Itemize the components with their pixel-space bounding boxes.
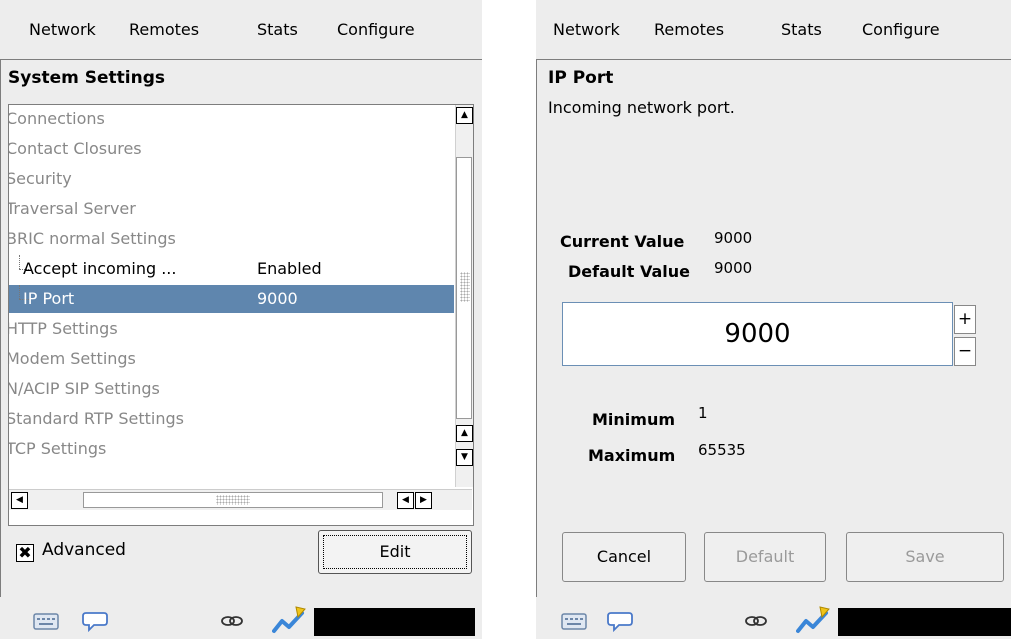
- chat-bubble-icon[interactable]: [81, 609, 109, 633]
- menu-network[interactable]: Network: [553, 20, 620, 39]
- vertical-scrollbar[interactable]: ▲ ▲ ▼: [455, 105, 473, 487]
- signal-graph-icon[interactable]: [796, 605, 832, 635]
- edit-button-label: Edit: [379, 542, 411, 561]
- menu-remotes[interactable]: Remotes: [654, 20, 724, 39]
- divider: [536, 59, 537, 599]
- parameter-description: Incoming network port.: [548, 98, 735, 117]
- scroll-up-icon[interactable]: ▲: [456, 107, 473, 124]
- default-button[interactable]: Default: [704, 532, 826, 582]
- signal-graph-icon[interactable]: [272, 605, 308, 635]
- tree-item-label: BRIC normal Settings: [9, 229, 176, 248]
- menu-bar: Network Remotes Stats Configure: [0, 0, 482, 59]
- tree-item-security[interactable]: Security: [9, 165, 454, 193]
- tree-item-nacip-sip-settings[interactable]: N/ACIP SIP Settings: [9, 375, 454, 403]
- keyboard-icon[interactable]: [32, 609, 60, 633]
- tree-item-modem-settings[interactable]: Modem Settings: [9, 345, 454, 373]
- increment-button[interactable]: +: [954, 305, 976, 334]
- advanced-label: Advanced: [42, 540, 126, 560]
- scroll-thumb[interactable]: [83, 492, 383, 508]
- scroll-right-icon[interactable]: ▶: [415, 492, 432, 509]
- maximum-value: 65535: [698, 441, 746, 459]
- tree-item-accept-incoming[interactable]: Accept incoming ... Enabled: [9, 255, 454, 283]
- keyboard-icon[interactable]: [560, 609, 588, 633]
- status-display: [314, 608, 475, 636]
- cancel-button[interactable]: Cancel: [562, 532, 686, 582]
- divider: [536, 59, 1011, 60]
- maximum-label: Maximum: [588, 446, 676, 465]
- default-value-label: Default Value: [568, 262, 691, 281]
- menu-remotes[interactable]: Remotes: [129, 20, 199, 39]
- decrement-button[interactable]: −: [954, 337, 976, 366]
- advanced-checkbox[interactable]: ✖: [16, 544, 34, 562]
- grip-icon: [216, 495, 250, 505]
- scroll-thumb[interactable]: [456, 157, 472, 419]
- scroll-left-icon[interactable]: ◀: [11, 492, 28, 509]
- tree-item-label: Modem Settings: [9, 349, 136, 368]
- tree-item-label: Security: [9, 169, 72, 188]
- minimum-value: 1: [698, 404, 708, 422]
- save-button-label: Save: [905, 547, 945, 566]
- scroll-down-icon[interactable]: ▼: [456, 449, 473, 466]
- tree-item-label: Traversal Server: [9, 199, 136, 218]
- tree-item-bric-normal-settings[interactable]: BRIC normal Settings: [9, 225, 454, 253]
- divider: [0, 59, 482, 60]
- menu-stats[interactable]: Stats: [257, 20, 298, 39]
- edit-button[interactable]: Edit: [318, 530, 472, 574]
- menu-configure[interactable]: Configure: [862, 20, 940, 39]
- tree-item-connections[interactable]: Connections: [9, 105, 454, 133]
- settings-tree[interactable]: Connections Contact Closures Security Tr…: [8, 104, 474, 526]
- tree-item-http-settings[interactable]: HTTP Settings: [9, 315, 454, 343]
- tree-item-label: TCP Settings: [9, 439, 107, 458]
- current-value-label: Current Value: [560, 232, 685, 251]
- default-value: 9000: [714, 259, 753, 277]
- parameter-title: IP Port: [548, 68, 614, 88]
- menu-network[interactable]: Network: [29, 20, 96, 39]
- left-panel: Network Remotes Stats Configure System S…: [0, 0, 482, 639]
- scroll-up-icon[interactable]: ▲: [456, 425, 473, 442]
- minimum-label: Minimum: [592, 410, 676, 429]
- tree-item-contact-closures[interactable]: Contact Closures: [9, 135, 454, 163]
- tree-item-traversal-server[interactable]: Traversal Server: [9, 195, 454, 223]
- link-icon[interactable]: [742, 609, 770, 633]
- save-button[interactable]: Save: [846, 532, 1004, 582]
- cancel-button-label: Cancel: [596, 547, 652, 566]
- tree-item-label: Connections: [9, 109, 105, 128]
- value-input[interactable]: 9000: [562, 302, 953, 366]
- tree-item-label: N/ACIP SIP Settings: [9, 379, 160, 398]
- tree-connector: [19, 285, 21, 299]
- chat-bubble-icon[interactable]: [606, 609, 634, 633]
- tree-item-label: Accept incoming ...: [23, 259, 177, 278]
- tree-item-value: Enabled: [257, 259, 322, 278]
- menu-configure[interactable]: Configure: [337, 20, 415, 39]
- divider: [0, 59, 1, 599]
- tree-item-label: Standard RTP Settings: [9, 409, 184, 428]
- status-bar: [0, 597, 482, 639]
- default-button-label: Default: [735, 547, 795, 566]
- tree-item-value: 9000: [257, 289, 298, 308]
- current-value: 9000: [714, 229, 753, 247]
- tree-connector: [19, 255, 21, 269]
- status-bar: [536, 597, 1011, 639]
- tree-item-standard-rtp-settings[interactable]: Standard RTP Settings: [9, 405, 454, 433]
- tree-item-label: Contact Closures: [9, 139, 142, 158]
- grip-icon: [460, 272, 470, 302]
- status-display: [838, 608, 1011, 636]
- horizontal-scrollbar[interactable]: ◀ ◀ ▶: [9, 489, 472, 510]
- tree-item-label: HTTP Settings: [9, 319, 118, 338]
- tree-item-tcp-settings[interactable]: TCP Settings: [9, 435, 454, 463]
- right-panel: Network Remotes Stats Configure IP Port …: [536, 0, 1011, 639]
- menu-stats[interactable]: Stats: [781, 20, 822, 39]
- tree-item-label: IP Port: [23, 289, 75, 308]
- scroll-left-icon[interactable]: ◀: [397, 492, 414, 509]
- link-icon[interactable]: [218, 609, 246, 633]
- tree-item-ip-port[interactable]: IP Port 9000: [9, 285, 454, 313]
- panel-title: System Settings: [8, 68, 165, 88]
- menu-bar: Network Remotes Stats Configure: [536, 0, 1011, 59]
